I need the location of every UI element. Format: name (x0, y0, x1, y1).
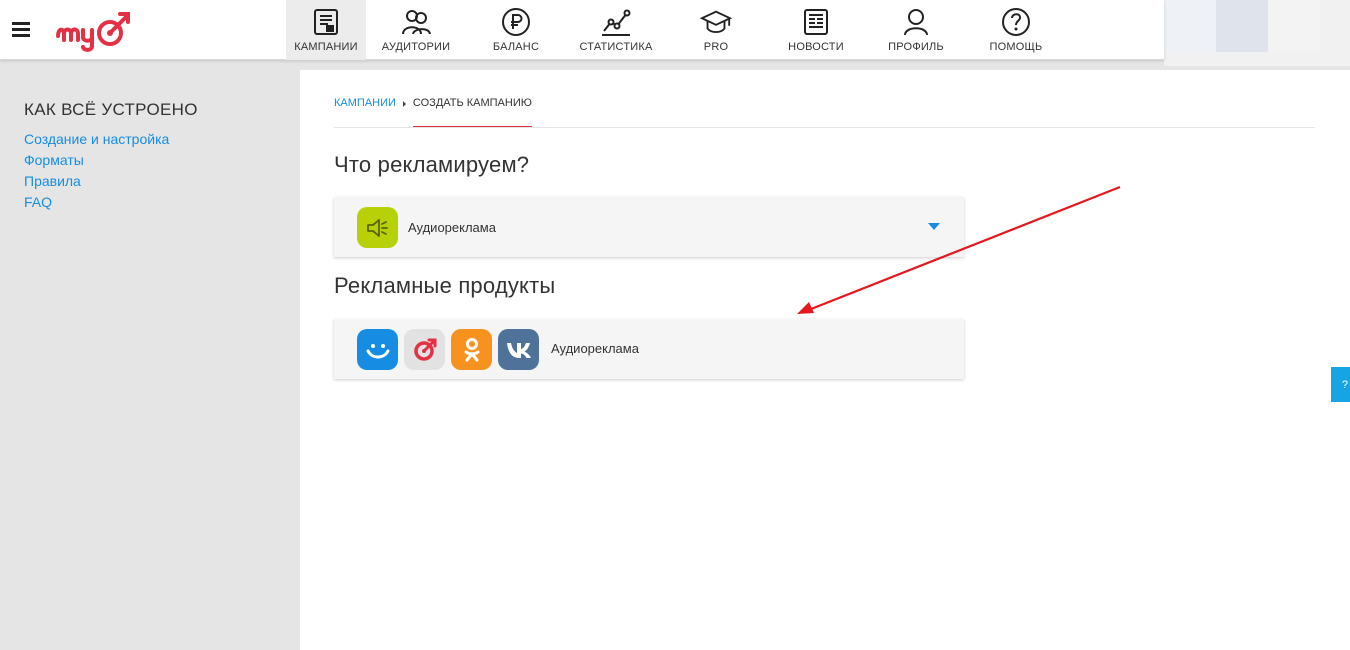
header-placeholder-block (1216, 0, 1268, 52)
help-side-tab[interactable]: ? (1331, 367, 1350, 402)
mail-ru-icon (357, 329, 398, 370)
ad-type-select[interactable]: Аудиореклама (334, 197, 964, 257)
mytarget-icon (404, 329, 445, 370)
nav-item-campaigns[interactable]: КАМПАНИИ (286, 0, 366, 60)
nav-item-statistics[interactable]: СТАТИСТИКА (566, 0, 666, 60)
top-header: КАМПАНИИ АУДИТОРИИ БАЛАНС СТАТИСТИКА PRO (0, 0, 1164, 60)
nav-item-balance[interactable]: БАЛАНС (466, 0, 566, 60)
breadcrumb-link-campaigns[interactable]: КАМПАНИИ (334, 96, 396, 109)
help-icon (1000, 6, 1032, 38)
divider (334, 127, 1315, 128)
breadcrumb-separator-icon (402, 101, 406, 107)
nav-item-profile[interactable]: ПРОФИЛЬ (866, 0, 966, 60)
nav-label: БАЛАНС (492, 41, 540, 53)
chevron-down-icon[interactable] (928, 223, 940, 230)
header-placeholder-block (1268, 0, 1320, 52)
sidebar-link-setup[interactable]: Создание и настройка (24, 129, 169, 150)
mytarget-logo[interactable] (54, 6, 138, 54)
sidebar-link-rules[interactable]: Правила (24, 171, 169, 192)
nav-item-news[interactable]: НОВОСТИ (766, 0, 866, 60)
nav-item-audiences[interactable]: АУДИТОРИИ (366, 0, 466, 60)
sidebar-title: КАК ВСЁ УСТРОЕНО (24, 100, 198, 119)
campaigns-icon (310, 6, 342, 38)
sidebar-links: Создание и настройка Форматы Правила FAQ (24, 129, 169, 213)
product-icons (357, 329, 545, 370)
main-panel: КАМПАНИИ СОЗДАТЬ КАМПАНИЮ Что рекламируе… (300, 70, 1350, 650)
section-title-products: Рекламные продукты (334, 273, 556, 298)
help-sidebar: КАК ВСЁ УСТРОЕНО Создание и настройка Фо… (0, 60, 300, 650)
nav-label: PRO (703, 41, 729, 53)
nav-label: НОВОСТИ (788, 41, 844, 53)
audiences-icon (400, 6, 432, 38)
nav-label: АУДИТОРИИ (381, 41, 451, 53)
nav-item-help[interactable]: ПОМОЩЬ (966, 0, 1066, 60)
sidebar-link-faq[interactable]: FAQ (24, 192, 169, 213)
vk-icon (498, 329, 539, 370)
nav-item-pro[interactable]: PRO (666, 0, 766, 60)
nav-label: КАМПАНИИ (294, 41, 358, 53)
selected-ad-type: Аудиореклама (408, 220, 496, 235)
profile-icon (900, 6, 932, 38)
nav-label: ПОМОЩЬ (989, 41, 1043, 53)
nav-label: ПРОФИЛЬ (888, 41, 944, 53)
breadcrumb-current: СОЗДАТЬ КАМПАНИЮ (412, 96, 532, 128)
header-placeholder-block (1164, 0, 1216, 52)
nav-label: СТАТИСТИКА (579, 41, 653, 53)
product-label: Аудиореклама (551, 341, 639, 356)
ruble-icon (500, 6, 532, 38)
sidebar-link-formats[interactable]: Форматы (24, 150, 169, 171)
statistics-icon (600, 6, 632, 38)
breadcrumb: КАМПАНИИ СОЗДАТЬ КАМПАНИЮ (334, 96, 532, 128)
ad-products-card: Аудиореклама (334, 319, 964, 379)
odnoklassniki-icon (451, 329, 492, 370)
speaker-icon (357, 207, 398, 248)
graduation-cap-icon (700, 6, 732, 38)
news-icon (800, 6, 832, 38)
section-title-what: Что рекламируем? (334, 152, 530, 177)
main-nav: КАМПАНИИ АУДИТОРИИ БАЛАНС СТАТИСТИКА PRO (286, 0, 1066, 60)
menu-burger-icon[interactable] (12, 22, 30, 38)
